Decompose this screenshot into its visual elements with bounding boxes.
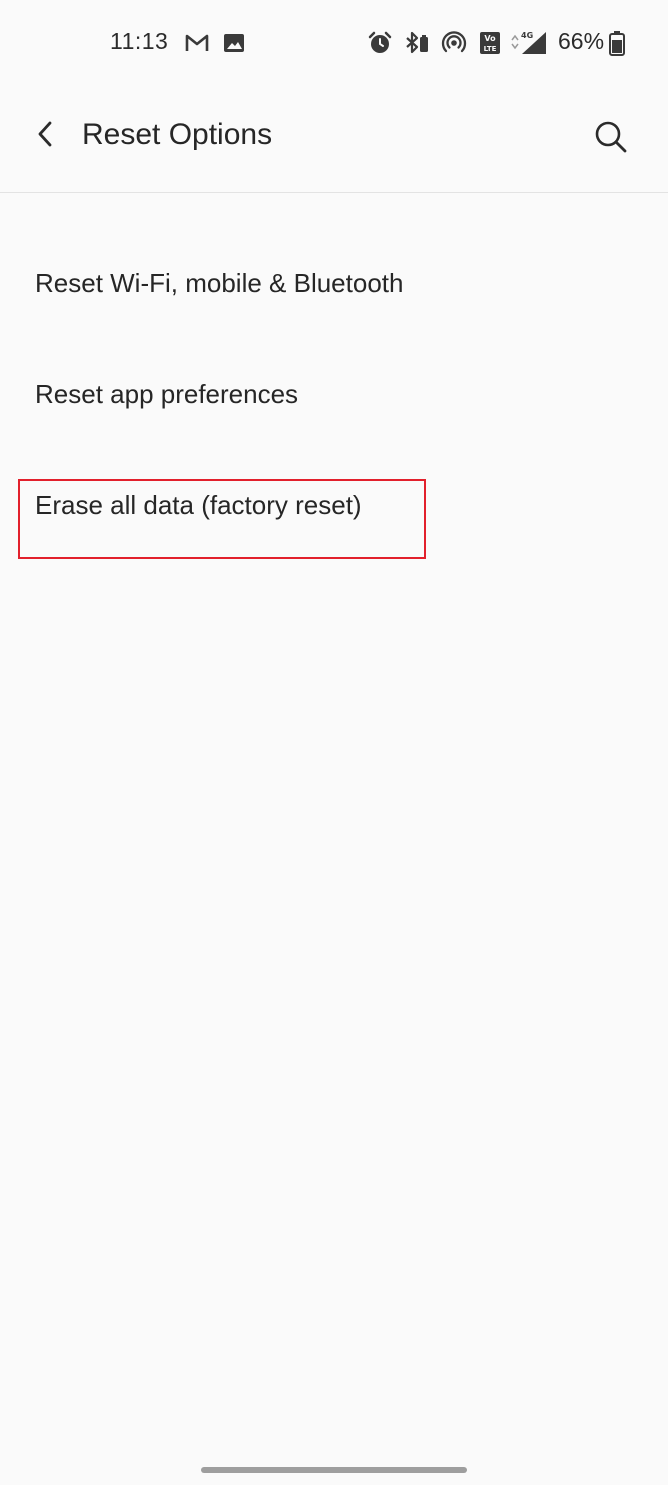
network-type-label: 4G [521,31,533,40]
status-time: 11:13 [110,28,169,54]
factory-reset-label: Erase all data (factory reset) [35,490,362,520]
svg-text:LTE: LTE [484,45,497,53]
reset-app-preferences-label: Reset app preferences [35,379,299,409]
back-button[interactable] [24,112,68,156]
app-bar: Reset Options [0,86,668,193]
factory-reset-option[interactable]: Erase all data (factory reset) [0,452,668,563]
search-icon [595,121,627,153]
reset-network-label: Reset Wi-Fi, mobile & Bluetooth [35,268,404,298]
battery-percent: 66% [558,28,605,54]
signal-icon: 4G [508,30,548,56]
alarm-icon [366,30,394,56]
search-button[interactable] [586,112,636,162]
reset-app-preferences-option[interactable]: Reset app preferences [0,341,668,452]
bluetooth-icon [403,30,431,56]
battery-icon [608,30,626,56]
status-bar: 11:13 Vo LTE 4G 66% [0,0,668,86]
hotspot-icon [441,30,467,56]
chevron-left-icon [38,121,52,147]
reset-network-option[interactable]: Reset Wi-Fi, mobile & Bluetooth [0,230,668,341]
gmail-icon [184,30,210,56]
reset-options-list: Reset Wi-Fi, mobile & Bluetooth Reset ap… [0,230,668,563]
home-gesture-bar[interactable] [201,1467,467,1473]
svg-text:Vo: Vo [484,34,496,43]
gallery-icon [222,30,246,56]
volte-icon: Vo LTE [478,30,502,56]
page-title: Reset Options [82,118,273,151]
